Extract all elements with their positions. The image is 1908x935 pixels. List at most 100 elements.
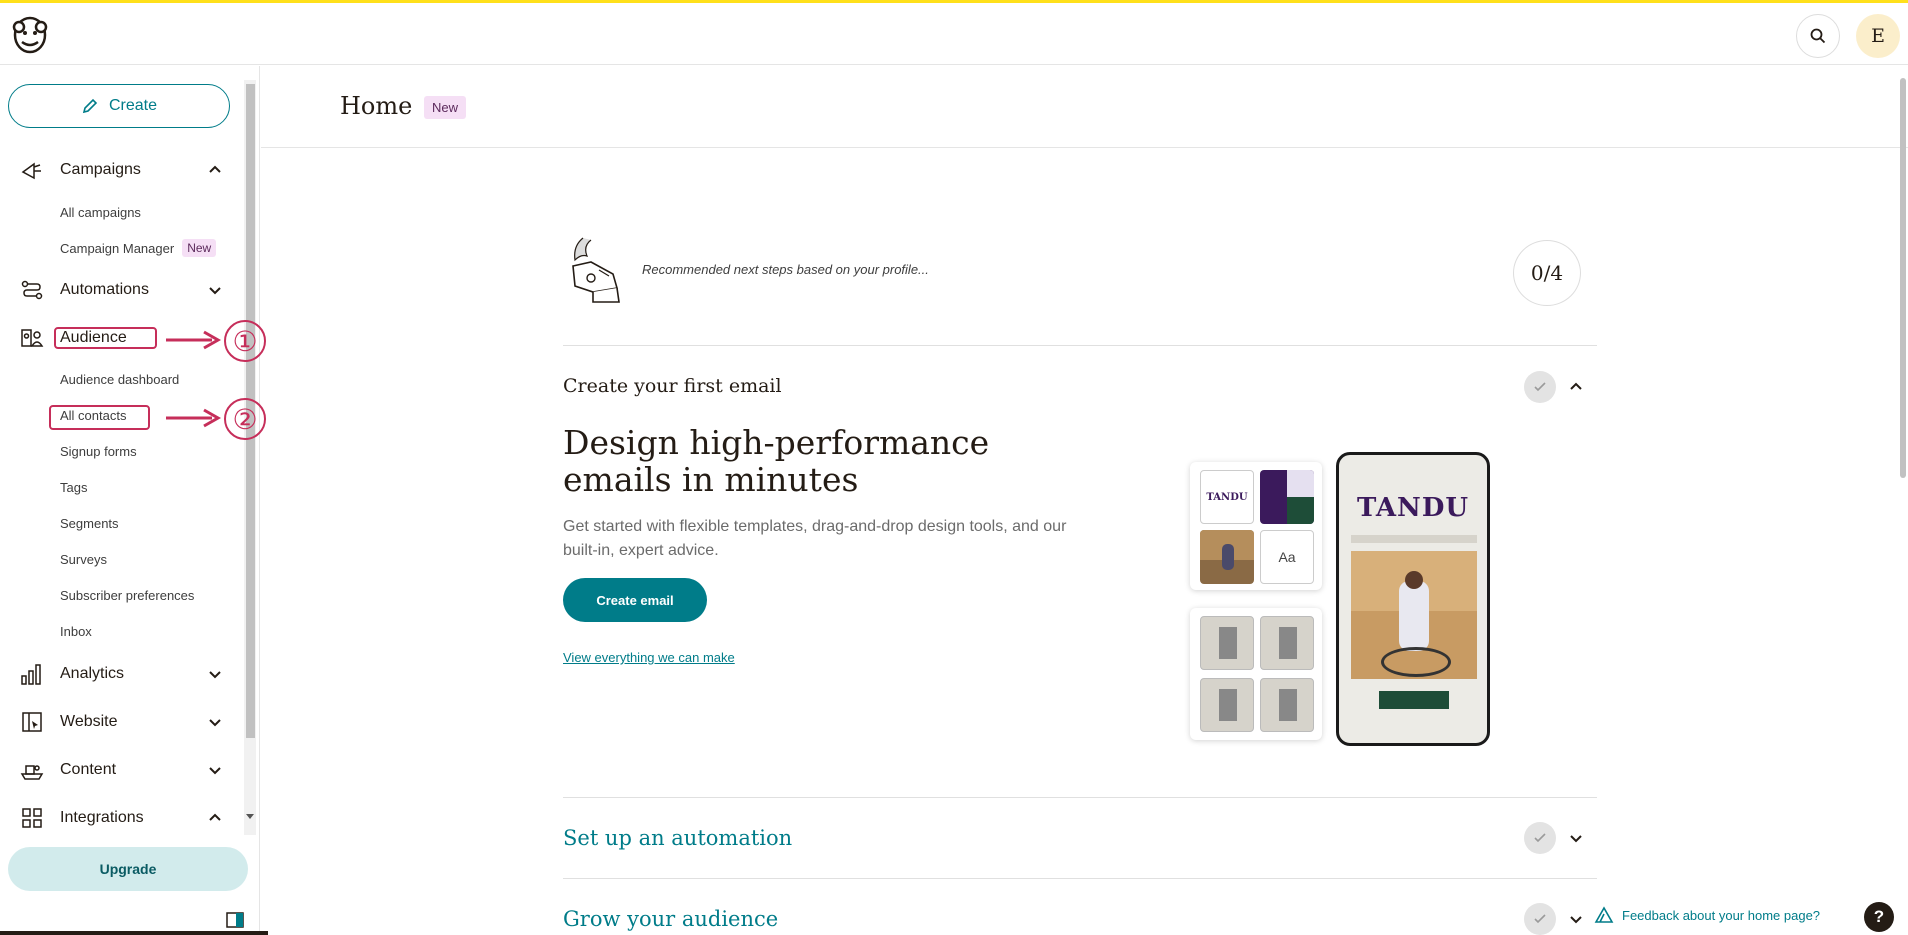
- create-label: Create: [108, 97, 158, 114]
- email-description: Get started with flexible templates, dra…: [563, 518, 1067, 559]
- top-bar: E: [0, 3, 1908, 65]
- sidebar-item-campaigns[interactable]: Campaigns: [0, 153, 240, 187]
- annotation-box-audience: [54, 327, 157, 349]
- feedback-icon: [1594, 906, 1614, 923]
- sidebar-item-signup-forms[interactable]: Signup forms: [60, 441, 137, 461]
- search-button[interactable]: [1796, 14, 1840, 58]
- sidebar-item-label: Automations: [60, 281, 149, 298]
- new-badge: New: [182, 239, 217, 257]
- chevron-down-icon: [209, 767, 221, 775]
- sidebar-item-surveys[interactable]: Surveys: [60, 549, 107, 569]
- chevron-down-icon[interactable]: [1569, 831, 1583, 845]
- sidebar-item-website[interactable]: Website: [0, 705, 240, 739]
- layout-block: [1260, 616, 1314, 670]
- phone-brand-text: TANDU: [1356, 493, 1470, 523]
- new-badge: New: [424, 96, 467, 119]
- chevron-up-icon: [209, 165, 221, 173]
- phone-text-line: [1351, 535, 1477, 543]
- main-scrollbar[interactable]: [1898, 66, 1908, 935]
- audience-icon: [21, 329, 44, 347]
- feedback-link[interactable]: Feedback about your home page?: [1594, 906, 1821, 924]
- phone-preview-illustration: TANDU: [1336, 452, 1490, 746]
- sidebar-item-segments[interactable]: Segments: [60, 513, 119, 533]
- section-title-create-email[interactable]: Create your first email: [563, 375, 782, 397]
- layout-block: [1200, 616, 1254, 670]
- template-cards-illustration: TANDU Aa: [1190, 462, 1322, 590]
- check-icon: [1534, 382, 1546, 392]
- sidebar-item-label: Analytics: [60, 665, 125, 682]
- sidebar-item-all-campaigns[interactable]: All campaigns: [60, 202, 141, 222]
- photo-tile: [1200, 530, 1254, 584]
- automations-icon: [21, 280, 43, 300]
- sidebar-item-analytics[interactable]: Analytics: [0, 657, 240, 691]
- section-title-set-up-automation[interactable]: Set up an automation: [563, 826, 792, 850]
- chevron-down-icon[interactable]: [1569, 912, 1583, 926]
- annotation-arrow-icon: [166, 408, 222, 428]
- annotation-number-1: ①: [224, 320, 266, 362]
- collapse-sidebar-icon[interactable]: [226, 912, 244, 928]
- annotation-arrow-icon: [166, 330, 222, 350]
- color-palette-tile: [1260, 470, 1314, 524]
- progress-counter: 0/4: [1513, 240, 1581, 306]
- page-header: [261, 66, 1908, 148]
- sidebar-item-subscriber-preferences[interactable]: Subscriber preferences: [60, 585, 194, 605]
- sidebar-item-tags[interactable]: Tags: [60, 477, 87, 497]
- layout-blocks-illustration: [1190, 608, 1322, 740]
- chevron-up-icon: [209, 813, 221, 821]
- create-button[interactable]: Create: [8, 84, 230, 128]
- integrations-icon: [22, 808, 42, 828]
- step-status-check: [1524, 371, 1556, 403]
- layout-block: [1260, 678, 1314, 732]
- check-icon: [1534, 914, 1546, 924]
- section-divider: [563, 345, 1597, 346]
- upgrade-button[interactable]: Upgrade: [8, 847, 248, 891]
- chevron-down-icon: [209, 671, 221, 679]
- chevron-up-icon[interactable]: [1569, 380, 1583, 394]
- recommendation-text: Recommended next steps based on your pro…: [642, 262, 929, 277]
- pencil-icon: [82, 98, 98, 114]
- sidebar-item-content[interactable]: Content: [0, 753, 240, 787]
- main-scrollbar-thumb[interactable]: [1900, 78, 1906, 478]
- sidebar-item-label: Campaign Manager: [60, 240, 175, 256]
- chevron-down-icon: [209, 719, 221, 727]
- sidebar-item-label: Website: [60, 713, 118, 730]
- sidebar-item-campaign-manager[interactable]: Campaign Manager New: [60, 238, 217, 258]
- sidebar-item-inbox[interactable]: Inbox: [60, 621, 92, 641]
- view-everything-link[interactable]: View everything we can make: [563, 650, 735, 665]
- sidebar-item-label: Integrations: [60, 809, 144, 826]
- sidebar-item-integrations[interactable]: Integrations: [0, 801, 240, 835]
- search-icon: [1810, 28, 1826, 44]
- megaphone-icon: [21, 162, 41, 180]
- feedback-label: Feedback about your home page?: [1622, 907, 1821, 923]
- sneaker-wings-illustration-icon: [572, 237, 620, 303]
- annotation-number-2: ②: [224, 398, 266, 440]
- sidebar: Create Campaigns All campaigns Campaign …: [0, 66, 268, 935]
- sidebar-item-audience-dashboard[interactable]: Audience dashboard: [60, 369, 179, 389]
- email-heading: Design high-performance emails in minute…: [563, 423, 990, 499]
- create-email-button[interactable]: Create email: [563, 578, 707, 622]
- phone-hero-image: [1351, 551, 1477, 679]
- mailchimp-logo-icon[interactable]: [10, 13, 50, 55]
- scroll-down-arrow-icon[interactable]: [245, 813, 255, 821]
- check-icon: [1534, 833, 1546, 843]
- section-divider: [563, 878, 1597, 879]
- help-button[interactable]: ?: [1864, 902, 1894, 932]
- section-divider: [563, 797, 1597, 798]
- content-icon: [20, 765, 44, 780]
- annotation-box-all-contacts: [49, 405, 150, 430]
- sidebar-item-automations[interactable]: Automations: [0, 273, 240, 307]
- website-icon: [22, 712, 42, 732]
- page-title: Home: [340, 92, 413, 120]
- sidebar-item-label: Campaigns: [60, 161, 141, 178]
- font-sample-tile: Aa: [1260, 530, 1314, 584]
- sidebar-item-label: Content: [60, 761, 117, 778]
- chevron-down-icon: [209, 287, 221, 295]
- layout-block: [1200, 678, 1254, 732]
- brand-tile: TANDU: [1200, 470, 1254, 524]
- user-avatar[interactable]: E: [1856, 14, 1900, 58]
- step-status-check: [1524, 903, 1556, 935]
- section-title-grow-audience[interactable]: Grow your audience: [563, 907, 778, 931]
- step-status-check: [1524, 822, 1556, 854]
- sidebar-bottom-border: [0, 931, 268, 935]
- phone-button-shape: [1379, 691, 1449, 709]
